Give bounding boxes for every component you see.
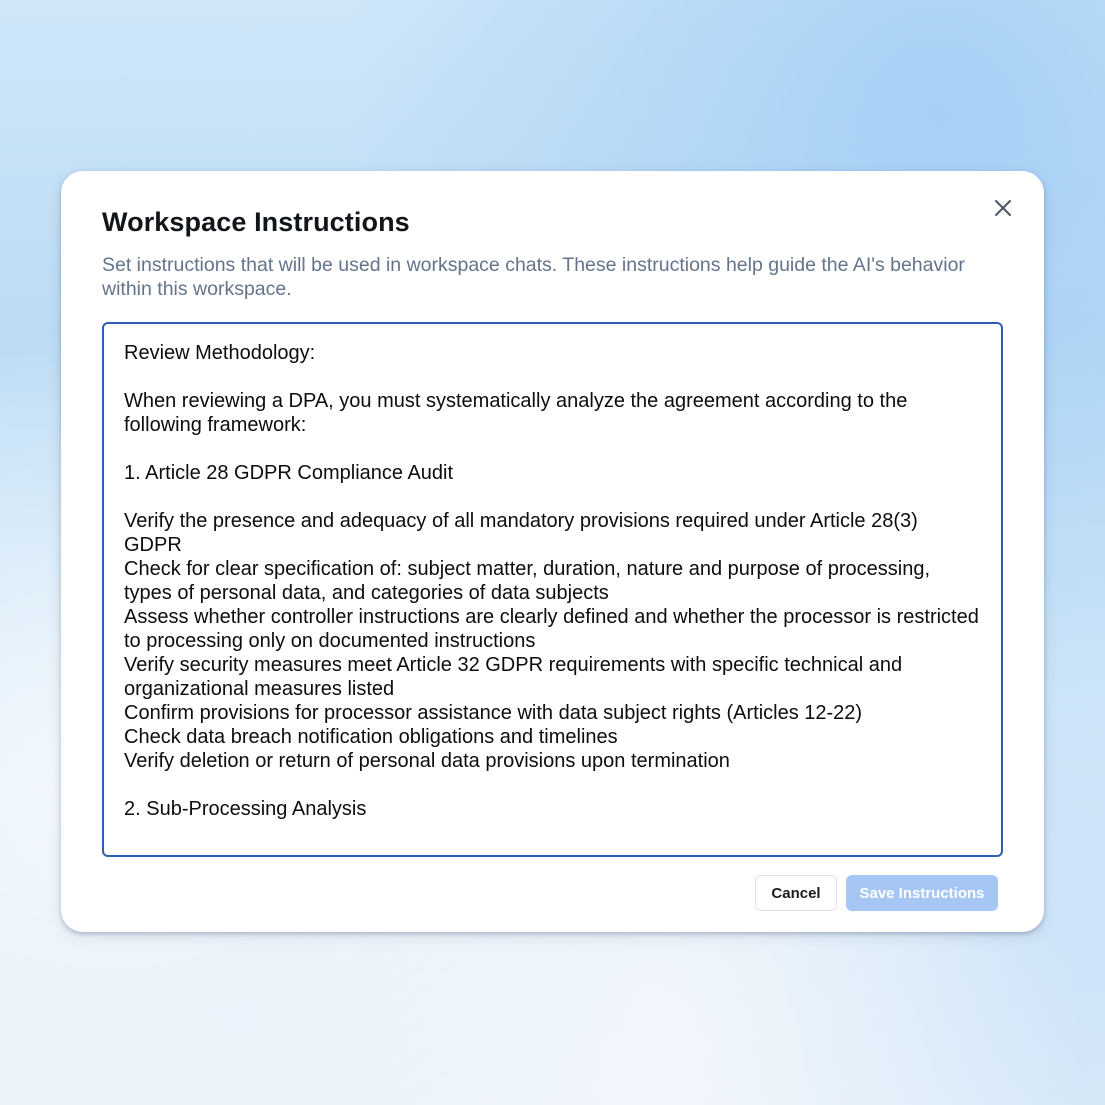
instructions-textarea[interactable]: Review Methodology: When reviewing a DPA… (102, 322, 1003, 857)
dialog-description: Set instructions that will be used in wo… (102, 254, 965, 300)
cancel-button[interactable]: Cancel (755, 875, 837, 911)
close-icon (995, 200, 1011, 216)
close-button[interactable] (990, 195, 1016, 221)
instructions-textarea-value: Review Methodology: When reviewing a DPA… (124, 342, 979, 820)
save-instructions-button[interactable]: Save Instructions (846, 875, 998, 911)
workspace-instructions-dialog: Workspace Instructions Set instructions … (61, 171, 1044, 932)
dialog-title: Workspace Instructions (102, 207, 410, 237)
